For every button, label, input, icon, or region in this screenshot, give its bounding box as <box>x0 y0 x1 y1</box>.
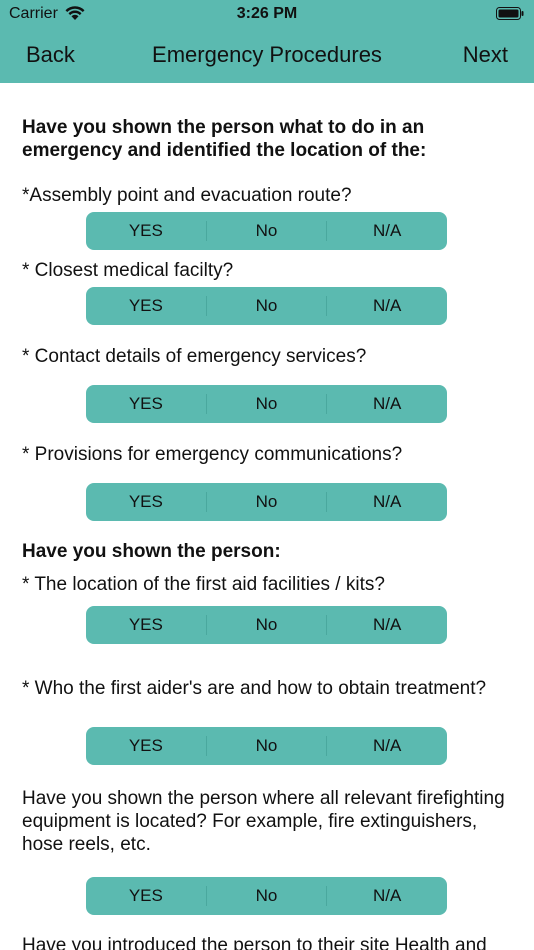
no-option[interactable]: No <box>207 212 327 250</box>
question-medical-facility: * Closest medical facilty? <box>22 260 234 281</box>
no-option[interactable]: No <box>207 287 327 325</box>
yes-option[interactable]: YES <box>86 606 206 644</box>
yes-option[interactable]: YES <box>86 877 206 915</box>
na-option[interactable]: N/A <box>327 385 447 423</box>
question-emergency-communications: * Provisions for emergency communication… <box>22 444 403 465</box>
section-heading-shown-person: Have you shown the person: <box>22 541 281 562</box>
question-site-health-intro: Have you introduced the person to their … <box>22 935 487 950</box>
next-button[interactable]: Next <box>463 42 508 68</box>
no-option[interactable]: No <box>207 727 327 765</box>
question-firefighting-equipment: Have you shown the person where all rele… <box>22 788 505 855</box>
question-assembly-point: *Assembly point and evacuation route? <box>22 185 352 206</box>
back-button[interactable]: Back <box>26 42 75 68</box>
answer-segment-emergency-communications[interactable]: YES No N/A <box>86 483 447 521</box>
na-option[interactable]: N/A <box>327 877 447 915</box>
battery-icon <box>496 7 524 20</box>
no-option[interactable]: No <box>207 877 327 915</box>
yes-option[interactable]: YES <box>86 212 206 250</box>
no-option[interactable]: No <box>207 483 327 521</box>
na-option[interactable]: N/A <box>327 287 447 325</box>
question-first-aiders: * Who the first aider's are and how to o… <box>22 678 487 699</box>
na-option[interactable]: N/A <box>327 606 447 644</box>
clock: 3:26 PM <box>236 5 298 22</box>
na-option[interactable]: N/A <box>327 212 447 250</box>
status-bar: Carrier 3:26 PM <box>0 0 534 30</box>
answer-segment-first-aid-location[interactable]: YES No N/A <box>86 606 447 644</box>
answer-segment-first-aiders[interactable]: YES No N/A <box>86 727 447 765</box>
section-heading-emergency: Have you shown the person what to do in … <box>22 117 427 161</box>
yes-option[interactable]: YES <box>86 385 206 423</box>
question-emergency-services: * Contact details of emergency services? <box>22 346 367 367</box>
answer-segment-medical-facility[interactable]: YES No N/A <box>86 287 447 325</box>
navigation-bar: Back Emergency Procedures Next <box>0 30 534 83</box>
na-option[interactable]: N/A <box>327 483 447 521</box>
page-title: Emergency Procedures <box>152 42 382 67</box>
answer-segment-firefighting-equipment[interactable]: YES No N/A <box>86 877 447 915</box>
answer-segment-assembly-point[interactable]: YES No N/A <box>86 212 447 250</box>
yes-option[interactable]: YES <box>86 483 206 521</box>
yes-option[interactable]: YES <box>86 287 206 325</box>
answer-segment-emergency-services[interactable]: YES No N/A <box>86 385 447 423</box>
na-option[interactable]: N/A <box>327 727 447 765</box>
question-first-aid-location: * The location of the first aid faciliti… <box>22 574 385 595</box>
yes-option[interactable]: YES <box>86 727 206 765</box>
no-option[interactable]: No <box>207 385 327 423</box>
no-option[interactable]: No <box>207 606 327 644</box>
